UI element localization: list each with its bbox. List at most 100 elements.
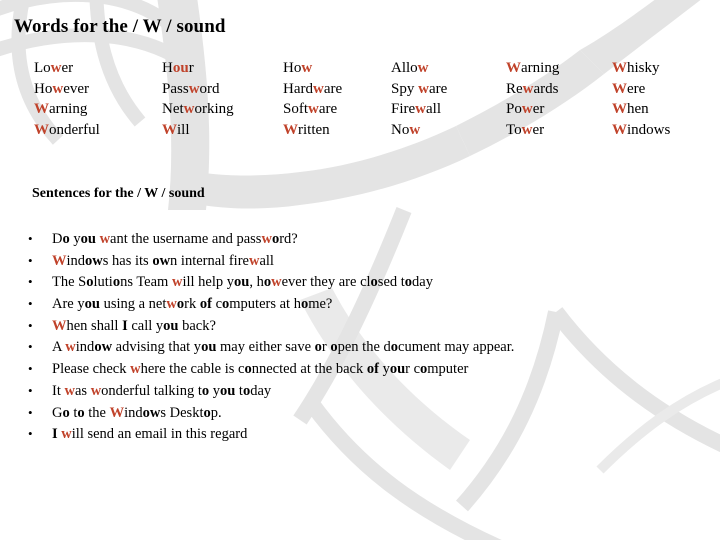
- highlighted-letter: w: [417, 60, 429, 76]
- plain-text: all: [426, 101, 442, 117]
- plain-text: here the cable is c: [140, 361, 245, 378]
- highlighted-letter: w: [61, 426, 72, 443]
- plain-text: s has its: [102, 252, 153, 269]
- emphasised-letter: ow: [142, 404, 161, 421]
- highlighted-letter: w: [301, 60, 313, 76]
- plain-text: t: [235, 382, 243, 399]
- emphasised-letter: o: [201, 382, 210, 399]
- word-item: Wonderful: [34, 120, 100, 141]
- highlighted-letter: w: [50, 60, 62, 76]
- highlighted-letter: w: [99, 231, 111, 247]
- highlighted-letter: w: [521, 101, 533, 117]
- emphasised-letter: o: [314, 339, 322, 356]
- emphasised-letter: o: [370, 274, 378, 291]
- highlighted-letter: w: [418, 80, 429, 97]
- emphasised-letter: ow: [94, 339, 113, 356]
- plain-text: er: [532, 121, 545, 138]
- highlighted-letter: w: [248, 252, 260, 269]
- plain-text: are: [428, 80, 448, 97]
- word-column-5: Warning Rewards Power Tower: [506, 58, 559, 140]
- plain-text: mputers at h: [229, 296, 301, 313]
- plain-text: ill: [177, 121, 190, 138]
- list-item: • I will send an email in this regard: [28, 424, 708, 446]
- plain-text: sed t: [377, 274, 405, 291]
- plain-text: Fire: [391, 101, 416, 117]
- list-item-text: I will send an email in this regard: [52, 424, 708, 446]
- plain-text: , h: [249, 274, 264, 291]
- plain-text: back?: [178, 317, 216, 334]
- word-item: Written: [283, 120, 342, 141]
- bullet-point-icon: •: [28, 361, 33, 377]
- plain-text: Net: [162, 101, 184, 117]
- word-item: Will: [162, 120, 234, 141]
- plain-text: ns Team: [120, 274, 172, 291]
- bullet-point-icon: •: [28, 252, 33, 268]
- list-item-text: A window advising that you may either sa…: [52, 337, 708, 359]
- plain-text: c: [211, 296, 223, 313]
- bullet-point-icon: •: [28, 382, 33, 398]
- plain-text: er: [532, 101, 545, 117]
- plain-text: No: [391, 121, 410, 138]
- word-item: Warning: [34, 99, 100, 120]
- word-column-4: Allow Spy ware Firewall Now: [391, 58, 447, 140]
- plain-text: indows: [627, 121, 671, 138]
- highlighted-letter: W: [52, 317, 67, 334]
- plain-text: ind: [66, 252, 86, 269]
- word-column-1: Lower However Warning Wonderful: [34, 58, 100, 140]
- word-item: Spy ware: [391, 79, 447, 100]
- sentence-bullet-list: • Do you want the username and password? •…: [28, 229, 708, 446]
- word-item: Whisky: [612, 58, 670, 79]
- emphasised-letter: o: [263, 274, 272, 291]
- word-item: Rewards: [506, 79, 559, 100]
- plain-text: y: [209, 382, 220, 399]
- highlighted-letter: w: [130, 361, 141, 378]
- word-item: Now: [391, 120, 447, 141]
- highlighted-letter: W: [612, 60, 627, 76]
- plain-text: Soft: [283, 101, 309, 117]
- plain-text: using a net: [99, 296, 167, 313]
- plain-text: Ho: [283, 60, 302, 76]
- word-item: Power: [506, 99, 559, 120]
- plain-text: r: [188, 60, 194, 76]
- plain-text: er: [61, 60, 74, 76]
- emphasised-letter: ou: [219, 382, 236, 399]
- plain-text: ant the username and pass: [110, 231, 262, 247]
- plain-text: ill help y: [182, 274, 235, 291]
- emphasised-letter: o: [112, 274, 121, 291]
- plain-text: Lo: [34, 60, 51, 76]
- word-item: Password: [162, 79, 234, 100]
- emphasised-letter: o: [77, 404, 85, 421]
- plain-text: The S: [52, 274, 87, 291]
- plain-text: arning: [521, 60, 560, 76]
- highlighted-letter: w: [308, 101, 319, 117]
- plain-text: Spy: [391, 80, 419, 97]
- emphasised-letter: o: [203, 404, 211, 421]
- list-item: • It was wonderful talking to you today: [28, 381, 708, 403]
- bullet-point-icon: •: [28, 317, 33, 333]
- bullet-point-icon: •: [28, 274, 33, 290]
- plain-text: arning: [49, 101, 88, 117]
- highlighted-letter: w: [415, 101, 427, 117]
- plain-text: Are y: [52, 296, 85, 313]
- word-item: Networking: [162, 99, 234, 120]
- plain-text: hen: [627, 101, 649, 117]
- highlighted-letter: W: [612, 101, 627, 117]
- highlighted-letter: w: [313, 80, 324, 97]
- plain-text: me?: [308, 296, 333, 313]
- highlighted-letter: W: [506, 60, 521, 76]
- plain-text: D: [52, 231, 63, 247]
- emphasised-letter: of: [199, 296, 212, 313]
- list-item: • When shall I call you back?: [28, 316, 708, 338]
- list-item: • Do you want the username and password?: [28, 229, 708, 251]
- word-item: Firewall: [391, 99, 447, 120]
- list-item: • Are you using a network of computers at…: [28, 294, 708, 316]
- plain-text: ord: [199, 80, 220, 97]
- highlighted-letter: w: [188, 80, 200, 97]
- plain-text: onderful: [49, 121, 100, 138]
- emphasised-letter: o: [390, 339, 399, 356]
- bullet-point-icon: •: [28, 426, 33, 442]
- plain-text: mputer: [427, 361, 469, 378]
- plain-text: s Deskt: [160, 404, 204, 421]
- plain-text: rd?: [279, 231, 298, 247]
- plain-text: r c: [405, 361, 421, 378]
